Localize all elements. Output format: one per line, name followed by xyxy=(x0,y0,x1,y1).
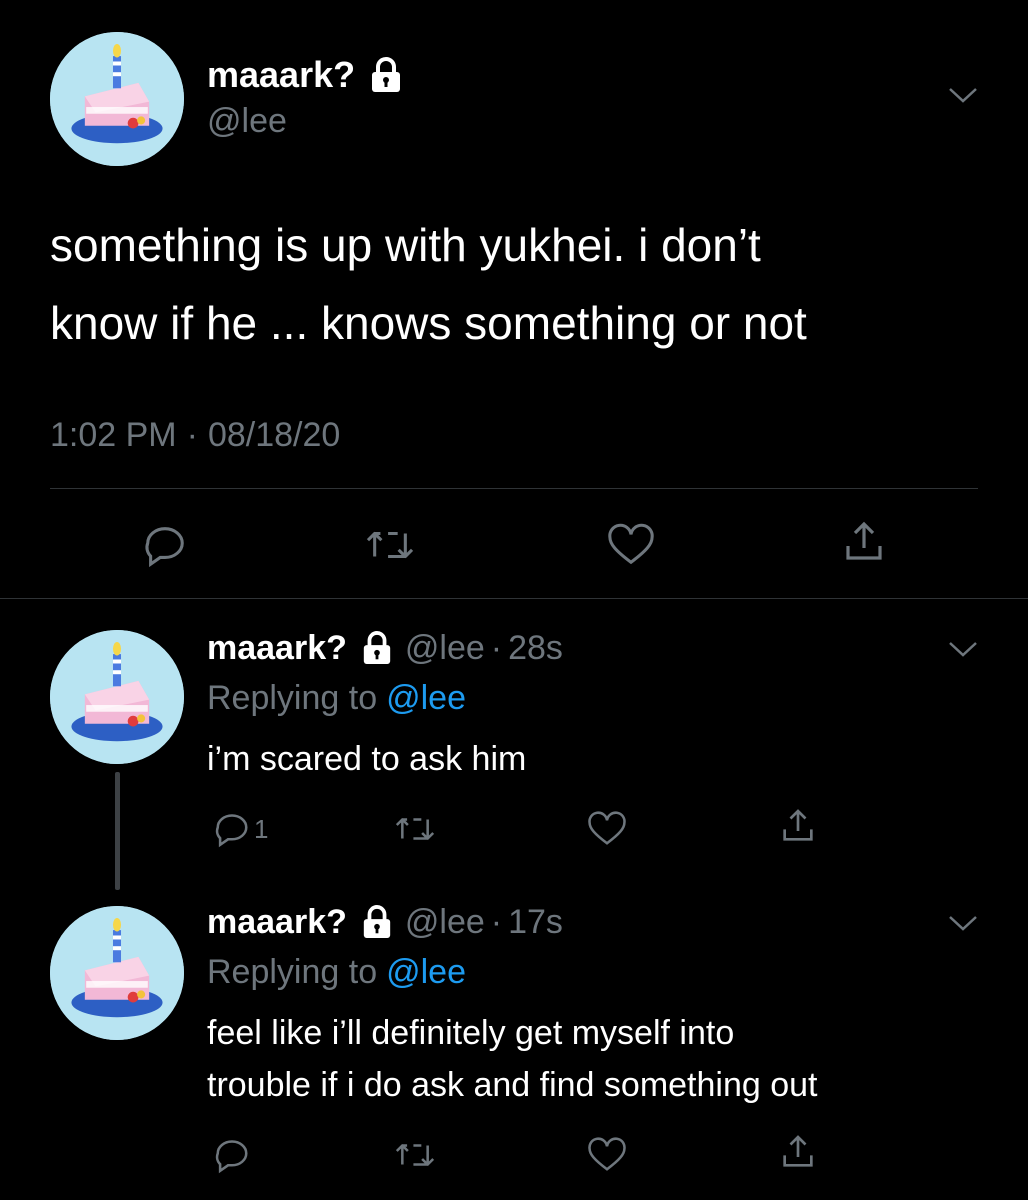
replying-label: Replying to xyxy=(207,952,378,991)
share-icon[interactable] xyxy=(778,806,818,846)
avatar[interactable] xyxy=(50,906,184,1040)
like-icon[interactable] xyxy=(606,522,656,568)
reply-icon xyxy=(212,1136,252,1174)
handle[interactable]: @lee xyxy=(405,903,485,942)
separator: · xyxy=(490,902,503,941)
share-icon[interactable] xyxy=(778,1132,818,1172)
tweet-age[interactable]: 28s xyxy=(508,629,563,668)
tweet-text: feel like i’ll definitely get myself int… xyxy=(207,1014,735,1052)
tweet-text: i’m scared to ask him xyxy=(207,740,527,778)
reply-button[interactable] xyxy=(212,1136,254,1174)
avatar[interactable] xyxy=(50,630,184,764)
lock-icon xyxy=(361,904,393,940)
reply-button[interactable]: 1 xyxy=(212,810,268,848)
timestamp: 1:02 PM · 08/18/20 xyxy=(50,416,340,455)
like-icon[interactable] xyxy=(586,810,628,848)
reply-icon xyxy=(212,810,252,848)
display-name[interactable]: maaark? xyxy=(207,629,347,668)
reply-icon[interactable] xyxy=(142,522,188,568)
tweet-time[interactable]: 1:02 PM xyxy=(50,416,177,455)
display-name[interactable]: maaark? xyxy=(207,903,347,942)
thread-line xyxy=(115,772,120,890)
handle[interactable]: @lee xyxy=(405,629,485,668)
lock-icon xyxy=(361,630,393,666)
retweet-icon[interactable] xyxy=(394,1136,436,1174)
display-name[interactable]: maaark? xyxy=(207,54,355,96)
retweet-icon[interactable] xyxy=(365,522,415,568)
divider xyxy=(50,488,978,489)
tweet-text-line-2: know if he ... knows something or not xyxy=(50,297,807,349)
avatar[interactable] xyxy=(50,32,184,166)
retweet-icon[interactable] xyxy=(394,810,436,848)
section-divider xyxy=(0,598,1028,599)
replying-handle-link[interactable]: @lee xyxy=(386,953,466,992)
tweet-age[interactable]: 17s xyxy=(508,903,563,942)
replying-to: Replying to @lee xyxy=(207,952,466,992)
tweet-date[interactable]: 08/18/20 xyxy=(208,416,340,455)
separator: · xyxy=(490,628,503,667)
chevron-down-icon[interactable] xyxy=(946,84,980,106)
cake-avatar-image xyxy=(50,906,184,1040)
separator: · xyxy=(186,416,198,454)
cake-avatar-image xyxy=(50,630,184,764)
chevron-down-icon[interactable] xyxy=(946,912,980,934)
replying-handle-link[interactable]: @lee xyxy=(386,679,466,718)
lock-icon xyxy=(369,56,403,94)
reply-count: 1 xyxy=(254,813,269,844)
cake-avatar-image xyxy=(50,32,184,166)
chevron-down-icon[interactable] xyxy=(946,638,980,660)
share-icon[interactable] xyxy=(840,518,888,566)
tweet-text: something is up with yukhei. i don’t xyxy=(50,219,761,271)
tweet-text-line-2: trouble if i do ask and find something o… xyxy=(207,1066,818,1104)
replying-label: Replying to xyxy=(207,678,378,717)
replying-to: Replying to @lee xyxy=(207,678,466,718)
handle[interactable]: @lee xyxy=(207,102,287,141)
like-icon[interactable] xyxy=(586,1136,628,1174)
